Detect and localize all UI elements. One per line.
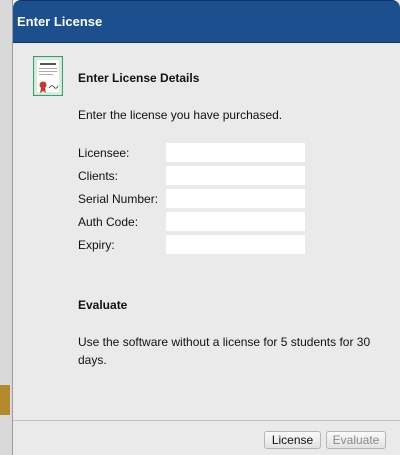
dialog-titlebar[interactable]: Enter License xyxy=(13,0,400,43)
evaluate-description-line1: Use the software without a license for 5… xyxy=(78,335,371,349)
auth-code-input[interactable] xyxy=(166,212,305,231)
clients-input[interactable] xyxy=(166,166,305,185)
license-button[interactable]: License xyxy=(264,431,321,449)
evaluate-title: Evaluate xyxy=(78,298,128,312)
license-details-description: Enter the license you have purchased. xyxy=(78,108,283,122)
licensee-label: Licensee: xyxy=(78,146,130,160)
enter-license-dialog: Enter License Enter License Details Ente… xyxy=(12,0,400,455)
auth-code-label: Auth Code: xyxy=(78,215,139,229)
background-accent xyxy=(0,385,10,415)
serial-number-input[interactable] xyxy=(166,189,305,208)
dialog-title: Enter License xyxy=(17,14,103,29)
evaluate-description-line2: days. xyxy=(78,353,107,367)
certificate-icon xyxy=(33,56,63,96)
licensee-input[interactable] xyxy=(166,143,305,162)
expiry-label: Expiry: xyxy=(78,238,115,252)
clients-label: Clients: xyxy=(78,169,119,183)
footer-divider xyxy=(13,420,400,421)
serial-number-label: Serial Number: xyxy=(78,192,159,206)
evaluate-button[interactable]: Evaluate xyxy=(326,431,386,449)
background-window-edge xyxy=(0,0,12,455)
license-details-title: Enter License Details xyxy=(78,71,200,85)
expiry-input[interactable] xyxy=(166,235,305,254)
